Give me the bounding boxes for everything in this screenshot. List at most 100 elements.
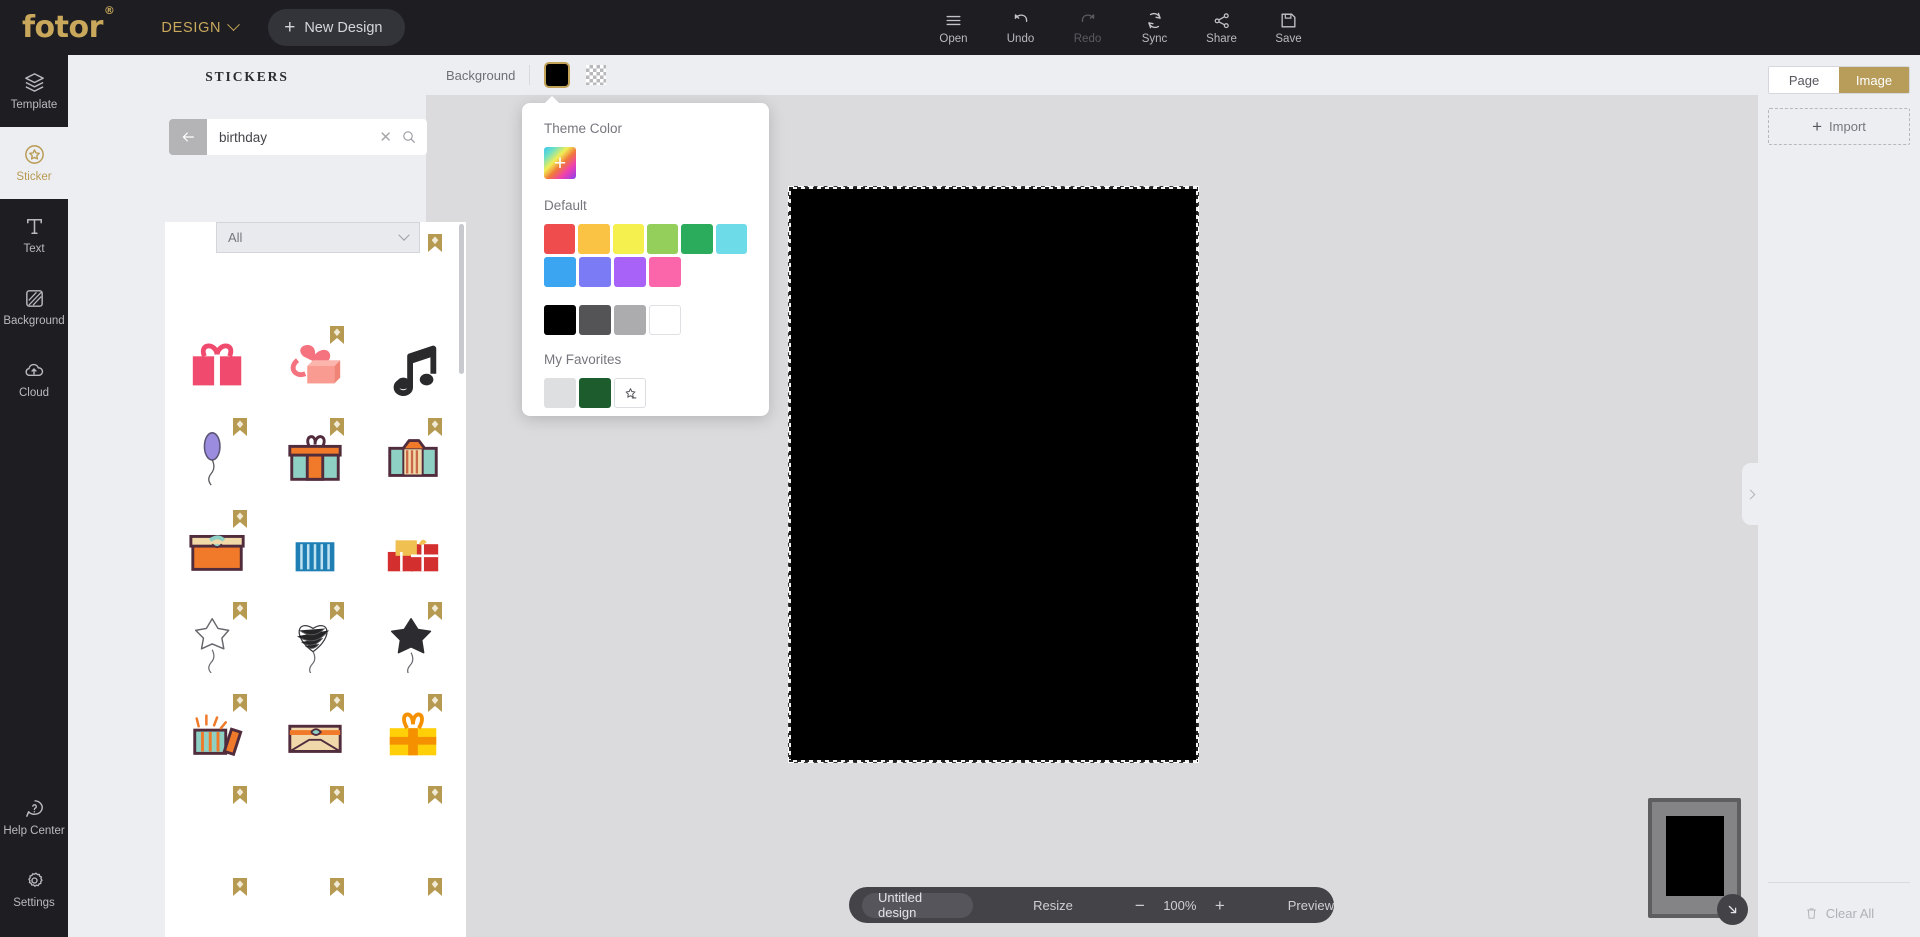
sticker-item[interactable] xyxy=(267,412,365,504)
sticker-item[interactable] xyxy=(364,688,462,780)
share-node-icon xyxy=(1214,12,1229,28)
premium-ribbon-icon xyxy=(232,602,247,620)
fotor-logo[interactable]: fotor® xyxy=(22,5,115,43)
search-input[interactable]: birthday xyxy=(219,130,370,145)
document-name-field[interactable]: Untitled design xyxy=(862,890,974,920)
color-swatch[interactable] xyxy=(681,224,713,254)
resize-button[interactable]: Resize xyxy=(1033,898,1073,913)
sticker-item[interactable] xyxy=(364,320,462,412)
color-swatch[interactable] xyxy=(646,224,679,254)
sticker-item[interactable] xyxy=(267,688,365,780)
color-swatch[interactable] xyxy=(579,305,611,335)
add-theme-color-button[interactable]: + xyxy=(544,147,576,179)
sticker-item[interactable] xyxy=(364,596,462,688)
zoom-out-button[interactable]: − xyxy=(1135,897,1145,914)
sticker-thumbnail xyxy=(291,344,341,384)
sticker-item[interactable] xyxy=(169,872,267,937)
artboard[interactable] xyxy=(788,186,1199,763)
minimap-resize-handle[interactable] xyxy=(1716,894,1748,925)
text-t-icon xyxy=(26,219,42,234)
sticker-item[interactable] xyxy=(364,412,462,504)
toolbar-open[interactable]: Open xyxy=(920,0,987,55)
toolbar-save[interactable]: Save xyxy=(1255,0,1322,55)
chevron-down-icon xyxy=(398,229,410,241)
hamburger-icon xyxy=(946,15,961,25)
sticker-grid xyxy=(165,222,466,937)
color-swatch[interactable] xyxy=(612,224,644,254)
sticker-thumbnail xyxy=(193,714,243,757)
color-swatch[interactable] xyxy=(544,224,576,254)
color-swatch[interactable] xyxy=(715,224,747,254)
default-color-row-2 xyxy=(544,257,747,287)
sticker-item[interactable] xyxy=(169,688,267,780)
sticker-item[interactable] xyxy=(267,320,365,412)
sticker-item[interactable] xyxy=(169,596,267,688)
color-swatch[interactable] xyxy=(578,224,610,254)
rail-item-template[interactable]: Template xyxy=(0,55,68,127)
search-icon[interactable] xyxy=(401,129,417,145)
color-swatch[interactable] xyxy=(614,257,646,287)
sticker-item[interactable] xyxy=(267,596,365,688)
close-x-icon[interactable]: ✕ xyxy=(376,128,395,146)
sticker-category-select[interactable]: All xyxy=(216,222,420,253)
premium-ribbon-icon xyxy=(427,602,442,620)
color-swatch[interactable] xyxy=(649,305,681,335)
sticker-grid-container[interactable] xyxy=(165,222,466,937)
color-swatch[interactable] xyxy=(614,305,646,335)
design-menu-button[interactable]: DESIGN xyxy=(161,18,241,36)
rail-item-help-center[interactable]: Help Center xyxy=(0,781,68,853)
sticker-item[interactable] xyxy=(364,504,462,596)
remove-favorite-button[interactable] xyxy=(614,378,646,408)
sticker-panel: STICKERS birthday ✕ All xyxy=(68,55,466,937)
color-swatch[interactable] xyxy=(579,257,611,287)
sticker-thumbnail xyxy=(391,618,432,673)
hatched-square-icon xyxy=(25,290,43,307)
color-swatch[interactable] xyxy=(649,257,681,287)
toolbar-save-label: Save xyxy=(1275,32,1302,45)
sticker-item[interactable] xyxy=(169,504,267,596)
toolbar-share[interactable]: Share xyxy=(1188,0,1255,55)
toolbar-undo[interactable]: Undo xyxy=(987,0,1054,55)
toolbar-redo[interactable]: Redo xyxy=(1054,0,1121,55)
color-swatch[interactable] xyxy=(544,257,576,287)
sticker-item[interactable] xyxy=(267,872,365,937)
zoom-in-button[interactable]: + xyxy=(1215,897,1225,914)
sticker-item[interactable] xyxy=(267,504,365,596)
right-panel-collapse-handle[interactable] xyxy=(1742,463,1758,525)
clear-all-button[interactable]: Clear All xyxy=(1758,906,1920,921)
premium-ribbon-icon xyxy=(232,786,247,804)
panel-back-button[interactable] xyxy=(169,119,207,155)
zoom-controls: − 100% + xyxy=(1135,897,1225,914)
color-swatch[interactable] xyxy=(544,305,576,335)
sticker-search-box[interactable]: birthday ✕ xyxy=(207,119,427,155)
sticker-item[interactable] xyxy=(169,320,267,412)
sticker-thumbnail xyxy=(189,534,245,571)
rail-item-background[interactable]: Background xyxy=(0,271,68,343)
background-color-swatch-button[interactable] xyxy=(544,62,571,88)
sticker-item[interactable] xyxy=(364,780,462,872)
tab-image[interactable]: Image xyxy=(1839,67,1909,93)
rail-item-sticker[interactable]: Sticker xyxy=(0,127,68,199)
toolbar-sync[interactable]: Sync xyxy=(1121,0,1188,55)
preview-button[interactable]: Preview xyxy=(1288,898,1334,913)
favorite-color-swatch[interactable] xyxy=(544,378,576,408)
rail-label-help-center: Help Center xyxy=(3,825,65,837)
new-design-button[interactable]: + New Design xyxy=(268,9,405,46)
import-button[interactable]: + Import xyxy=(1768,108,1910,145)
rail-item-settings[interactable]: Settings xyxy=(0,853,68,925)
sticker-item[interactable] xyxy=(267,780,365,872)
canvas-minimap[interactable] xyxy=(1630,779,1758,937)
tab-page[interactable]: Page xyxy=(1769,67,1839,93)
premium-ribbon-icon xyxy=(232,418,247,436)
rail-item-cloud[interactable]: Cloud xyxy=(0,343,68,415)
favorite-color-swatch[interactable] xyxy=(579,378,611,408)
sticker-thumbnail xyxy=(288,724,343,753)
sticker-item[interactable] xyxy=(169,780,267,872)
checkerboard-icon[interactable] xyxy=(586,65,607,85)
left-rail: Template Sticker Text Background Cloud H… xyxy=(0,55,68,937)
star-minus-icon xyxy=(625,387,636,398)
minimap-artboard-preview xyxy=(1665,816,1724,896)
rail-item-text[interactable]: Text xyxy=(0,199,68,271)
sticker-item[interactable] xyxy=(169,412,267,504)
sticker-item[interactable] xyxy=(364,872,462,937)
